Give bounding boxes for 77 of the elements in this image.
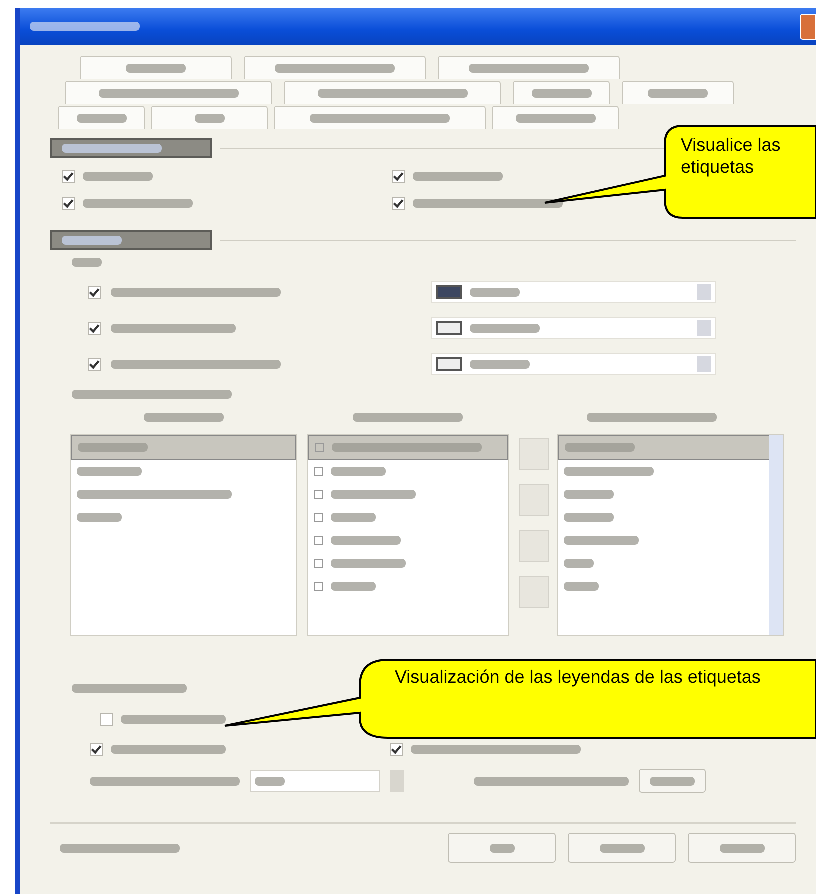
tab[interactable] — [513, 81, 610, 104]
move-button[interactable] — [519, 438, 549, 470]
checkbox[interactable] — [392, 197, 405, 210]
expand-icon[interactable] — [314, 582, 323, 591]
move-button[interactable] — [519, 530, 549, 562]
blurred-text — [490, 844, 514, 852]
blurred-text — [564, 582, 599, 591]
tab[interactable] — [274, 106, 486, 129]
tab[interactable] — [244, 56, 426, 79]
blurred-text — [650, 776, 695, 786]
blurred-text — [77, 467, 142, 476]
color-swatch-icon — [436, 357, 462, 371]
checkbox[interactable] — [88, 322, 101, 334]
checkbox[interactable] — [62, 197, 75, 210]
blurred-text — [470, 288, 520, 296]
dialog-button[interactable] — [568, 833, 676, 863]
checkbox[interactable] — [88, 286, 101, 298]
move-button[interactable] — [519, 484, 549, 516]
dropdown[interactable] — [431, 317, 716, 339]
tab[interactable] — [80, 56, 232, 79]
blurred-text — [77, 513, 122, 522]
checkbox[interactable] — [90, 742, 103, 756]
blurred-text — [470, 324, 540, 332]
checkbox[interactable] — [392, 170, 405, 183]
blurred-text — [76, 114, 126, 122]
tab[interactable] — [438, 56, 620, 79]
tab[interactable] — [65, 81, 272, 104]
expand-icon[interactable] — [314, 536, 323, 545]
tab[interactable] — [622, 81, 734, 104]
checkbox[interactable] — [62, 170, 75, 183]
expand-icon[interactable] — [314, 559, 323, 568]
blurred-text — [331, 582, 376, 591]
tab[interactable] — [151, 106, 268, 129]
dropdown[interactable] — [431, 353, 716, 375]
color-swatch-icon — [436, 285, 462, 299]
expand-icon[interactable] — [314, 513, 323, 522]
move-button[interactable] — [519, 576, 549, 608]
callout-text: Visualice las etiquetas — [681, 134, 782, 178]
checkbox[interactable] — [88, 358, 101, 370]
blurred-text — [83, 172, 153, 181]
blurred-text — [600, 844, 644, 852]
blurred-text — [720, 844, 764, 852]
close-button[interactable] — [800, 14, 816, 40]
dropdown[interactable] — [431, 281, 716, 303]
color-swatch-icon — [436, 321, 462, 335]
blurred-text — [564, 490, 614, 499]
blurred-text — [565, 443, 635, 452]
tab[interactable] — [492, 106, 619, 129]
dialog-button[interactable] — [448, 833, 556, 863]
tab[interactable] — [284, 81, 501, 104]
checkbox[interactable] — [390, 742, 403, 756]
blurred-text — [78, 443, 148, 452]
expand-icon[interactable] — [315, 443, 324, 452]
blurred-text — [470, 360, 530, 368]
blurred-text — [72, 258, 102, 266]
font-button[interactable] — [639, 769, 706, 793]
blurred-text — [62, 236, 122, 244]
dialog-button[interactable] — [688, 833, 796, 863]
blurred-text — [532, 88, 592, 98]
blurred-text — [331, 536, 401, 545]
list-item[interactable] — [308, 435, 508, 460]
expand-icon[interactable] — [314, 467, 323, 476]
callout-text: Visualización de las leyendas de las etiquetas — [395, 666, 762, 688]
blurred-text — [648, 88, 708, 98]
tab[interactable] — [58, 106, 145, 129]
blurred-text — [126, 64, 186, 72]
blurred-text — [564, 559, 594, 568]
blurred-text — [564, 513, 614, 522]
blurred-text — [194, 114, 224, 122]
scrollbar[interactable] — [769, 435, 783, 635]
checkbox[interactable] — [100, 712, 113, 726]
blurred-text — [331, 467, 386, 476]
expand-icon[interactable] — [314, 490, 323, 499]
font-field[interactable] — [250, 770, 380, 792]
blurred-text — [255, 776, 285, 786]
list-item[interactable] — [71, 435, 296, 460]
blurred-text — [331, 513, 376, 522]
